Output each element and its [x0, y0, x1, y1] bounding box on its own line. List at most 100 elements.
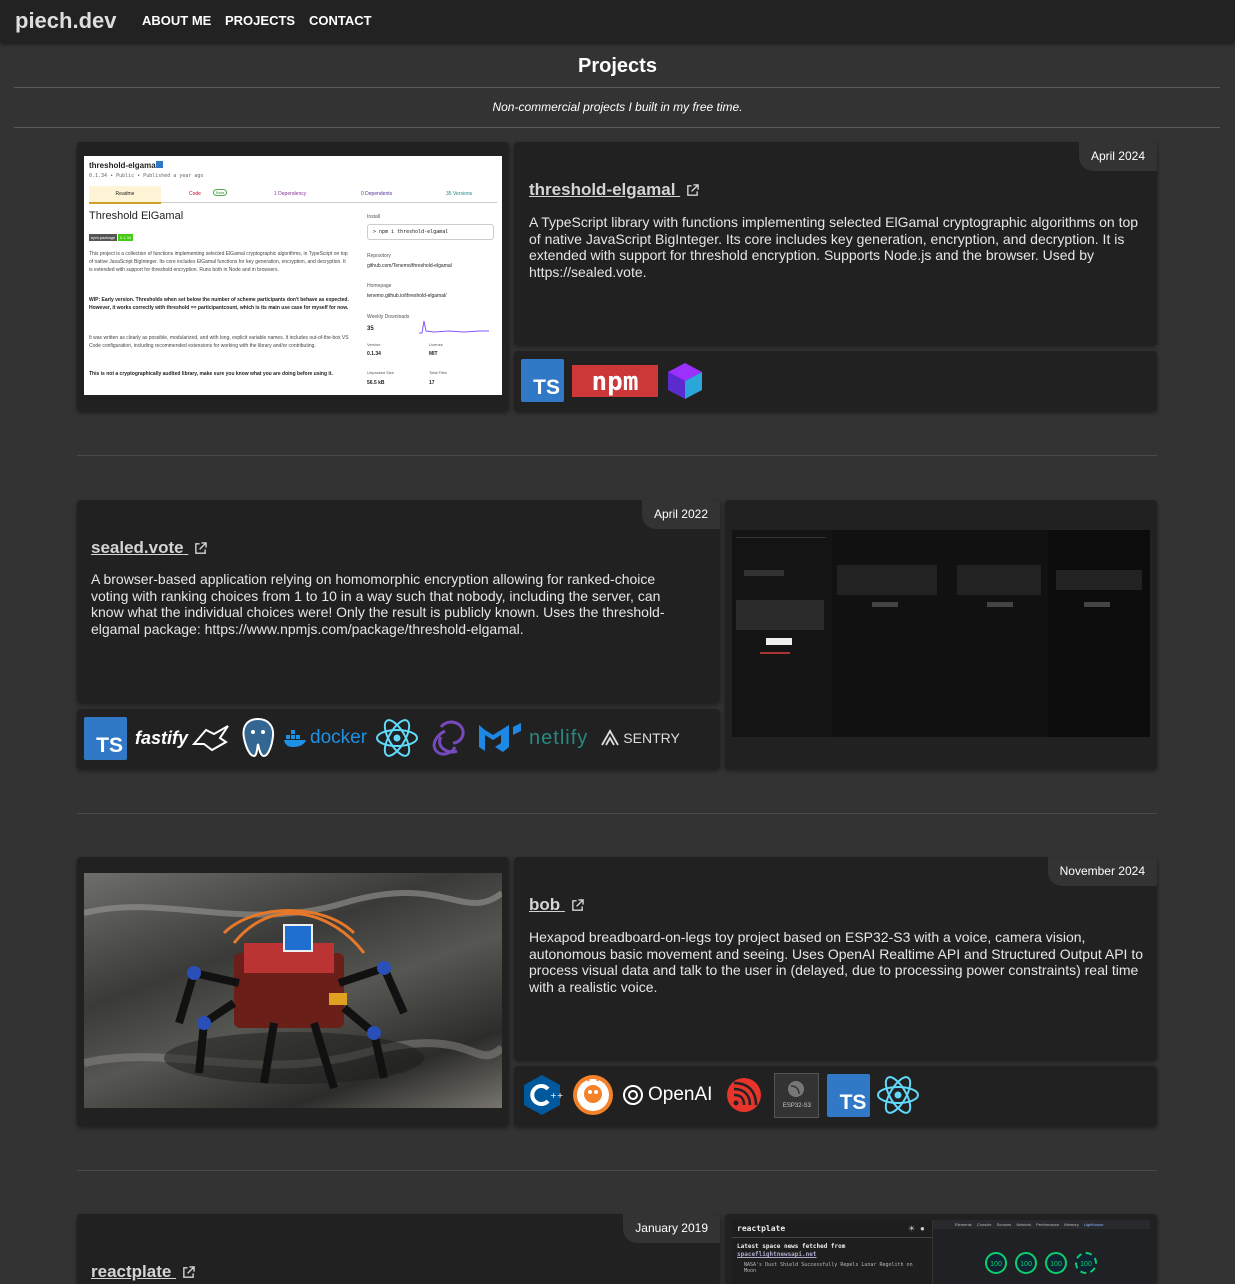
screenshot-button [766, 638, 792, 645]
project-date: January 2019 [623, 1214, 720, 1243]
github-icon: ● [920, 1224, 925, 1233]
screenshot-label: Homepage [367, 283, 392, 289]
esp32-label: ESP32-S3 [782, 1102, 811, 1109]
project-title-link[interactable]: bob [529, 895, 584, 915]
sentry-label: SENTRY [623, 730, 680, 746]
esp32-s3-chip-icon: ESP32-S3 [774, 1072, 820, 1118]
screenshot-paragraph: It was written as clearly as possible, m… [89, 335, 349, 349]
divider [732, 1237, 932, 1238]
page-subtitle: Non-commercial projects I built in my fr… [492, 100, 743, 114]
project-description: Hexapod breadboard-on-legs toy project b… [529, 929, 1144, 995]
lighthouse-score: 100 [1075, 1252, 1097, 1274]
netlify-label: netlify [529, 726, 589, 749]
project-title[interactable]: sealed.vote [91, 538, 184, 557]
react-icon [877, 1076, 920, 1114]
project-title[interactable]: threshold-elgamal [529, 180, 675, 199]
openai-label: OpenAI [648, 1084, 713, 1105]
project-info-card: January 2019 reactplate [77, 1214, 720, 1284]
screenshot-value: MIT [429, 351, 438, 357]
lighthouse-score: 100 [985, 1252, 1007, 1274]
project-date: November 2024 [1047, 857, 1157, 886]
screenshot-label: Version [367, 342, 381, 347]
project-screenshot-card: threshold-elgamal 0.1.34 • Public • Publ… [77, 142, 509, 411]
project-info-card: November 2024 bob Hexapod breadboard-on-… [514, 857, 1157, 1060]
screenshot-tab: Code [189, 191, 201, 197]
typescript-icon: TS [521, 359, 564, 402]
nav-contact[interactable]: CONTACT [309, 13, 372, 28]
postgresql-icon [242, 717, 275, 758]
nav-projects[interactable]: PROJECTS [225, 13, 295, 28]
project-screenshot-card [77, 857, 509, 1126]
screenshot-news-source: spaceflightnewsapi.net [737, 1251, 817, 1258]
divider [14, 127, 1220, 128]
screenshot-news-heading: Latest space news fetched from [737, 1243, 846, 1250]
project-title-link[interactable]: reactplate [91, 1262, 195, 1282]
screenshot-list [736, 600, 824, 630]
screenshot-panel [1056, 570, 1142, 590]
mui-icon [479, 723, 522, 752]
screenshot-tab: Readme [89, 186, 161, 204]
screenshot-label: Unpacked Size [367, 370, 394, 375]
sentry-icon: SENTRY [600, 729, 680, 747]
screenshot-label: Repository [367, 253, 391, 259]
screenshot-panel [957, 565, 1041, 595]
devtools-tab: Sources [996, 1222, 1012, 1227]
react-icon [376, 719, 419, 757]
tech-stack-card: ++ OpenAI ESP32-S3 TS [514, 1066, 1157, 1126]
openai-icon: OpenAI [621, 1083, 712, 1107]
espressif-icon [727, 1078, 762, 1112]
docker-label: docker [310, 727, 368, 748]
devtools-tab: Lighthouse [1083, 1222, 1104, 1227]
screenshot-error [760, 652, 790, 654]
redux-icon [432, 720, 465, 756]
project-screenshot-card [725, 500, 1157, 769]
devtools-tab: Memory [1064, 1222, 1079, 1227]
docker-icon: docker [284, 727, 367, 749]
screenshot-panel [837, 565, 937, 595]
lighthouse-score: 100 [1045, 1252, 1067, 1274]
tech-stack-card: TS fastify docker netlify SENTRY [77, 709, 720, 769]
npm-package-screenshot[interactable]: threshold-elgamal 0.1.34 • Public • Publ… [84, 156, 502, 395]
sealed-vote-screenshot[interactable] [732, 530, 1150, 737]
external-link-icon [572, 899, 584, 911]
section-divider [77, 813, 1157, 814]
screenshot-meta: 0.1.34 • Public • Published a year ago [89, 173, 204, 179]
cpp-icon: ++ [524, 1075, 563, 1115]
screenshot-bar [736, 532, 826, 538]
project-title-link[interactable]: sealed.vote [91, 538, 208, 558]
vite-cube-icon [668, 362, 702, 399]
screenshot-value: tenemo.github.io/threshold-elgamal/ [367, 293, 447, 299]
screenshot-label: Total Files [429, 370, 448, 375]
screenshot-label: License [429, 342, 443, 347]
screenshot-label: Weekly Downloads [367, 314, 410, 320]
screenshot-tab: 0 Dependents [361, 191, 393, 197]
screenshot-value: 56.5 kB [367, 380, 385, 386]
nav-about-me[interactable]: ABOUT ME [142, 13, 211, 28]
project-title[interactable]: bob [529, 895, 560, 914]
hexapod-robot-photo[interactable] [84, 873, 502, 1108]
screenshot-app-title: reactplate [737, 1224, 786, 1233]
downloads-sparkline-icon [419, 320, 489, 334]
section-divider [77, 1170, 1157, 1171]
top-navbar: piech.dev ABOUT ME PROJECTS CONTACT [0, 0, 1235, 42]
screenshot-badge: 0.1.34 [118, 234, 134, 241]
project-description: A TypeScript library with functions impl… [529, 214, 1139, 280]
divider [14, 87, 1220, 88]
lighthouse-score: 100 [1015, 1252, 1037, 1274]
external-link-icon [195, 542, 208, 554]
typescript-icon: TS [827, 1073, 871, 1117]
screenshot-value: 35 [367, 326, 374, 332]
devtools-tab: Network [1016, 1222, 1032, 1227]
project-title-link[interactable]: threshold-elgamal [529, 180, 699, 200]
project-title[interactable]: reactplate [91, 1262, 171, 1281]
screenshot-tabs: Readme Code Beta 1 Dependency 0 Dependen… [89, 186, 497, 204]
screenshot-devtools: Elements Console Sources Network Perform… [933, 1220, 1150, 1284]
tech-stack: TS npm [521, 359, 704, 402]
theme-sun-icon: ☀ [908, 1224, 916, 1233]
fastify-icon: fastify [135, 727, 189, 748]
screenshot-paragraph: This is not a cryptographically audited … [89, 371, 333, 377]
reactplate-screenshot[interactable]: reactplate ☀ ● Latest space news fetched… [732, 1220, 1150, 1284]
screenshot-value: 0.1.34 [367, 351, 381, 357]
site-brand[interactable]: piech.dev [15, 8, 116, 34]
external-link-icon [687, 184, 699, 196]
